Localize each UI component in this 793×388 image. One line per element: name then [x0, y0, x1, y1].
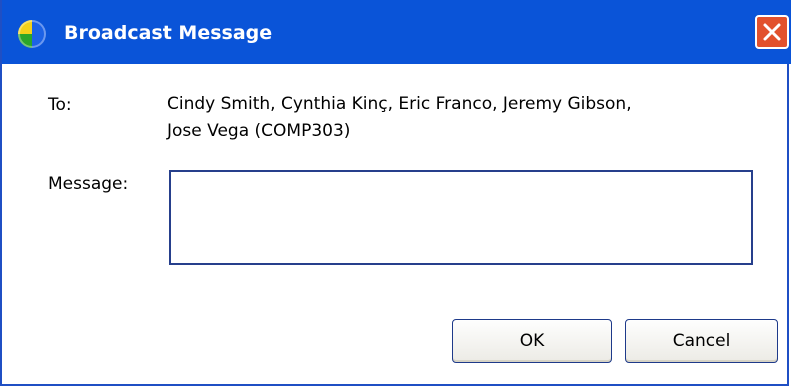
- ok-button[interactable]: OK: [452, 319, 612, 363]
- recipients-line-2: Jose Vega (COMP303): [167, 121, 351, 141]
- title-bar[interactable]: Broadcast Message: [2, 0, 791, 64]
- message-label: Message:: [48, 174, 129, 194]
- close-icon: [763, 23, 781, 41]
- dialog-title: Broadcast Message: [64, 22, 273, 44]
- broadcast-message-dialog: Broadcast Message To: Cindy Smith, Cynth…: [0, 0, 791, 386]
- message-input[interactable]: [169, 170, 753, 265]
- close-button[interactable]: [755, 15, 789, 49]
- cancel-button[interactable]: Cancel: [625, 319, 778, 363]
- app-globe-icon: [18, 20, 46, 48]
- recipients-line-1: Cindy Smith, Cynthia Kinç, Eric Franco, …: [167, 94, 632, 114]
- recipients-list: Cindy Smith, Cynthia Kinç, Eric Franco, …: [167, 91, 747, 145]
- to-label: To:: [48, 95, 72, 115]
